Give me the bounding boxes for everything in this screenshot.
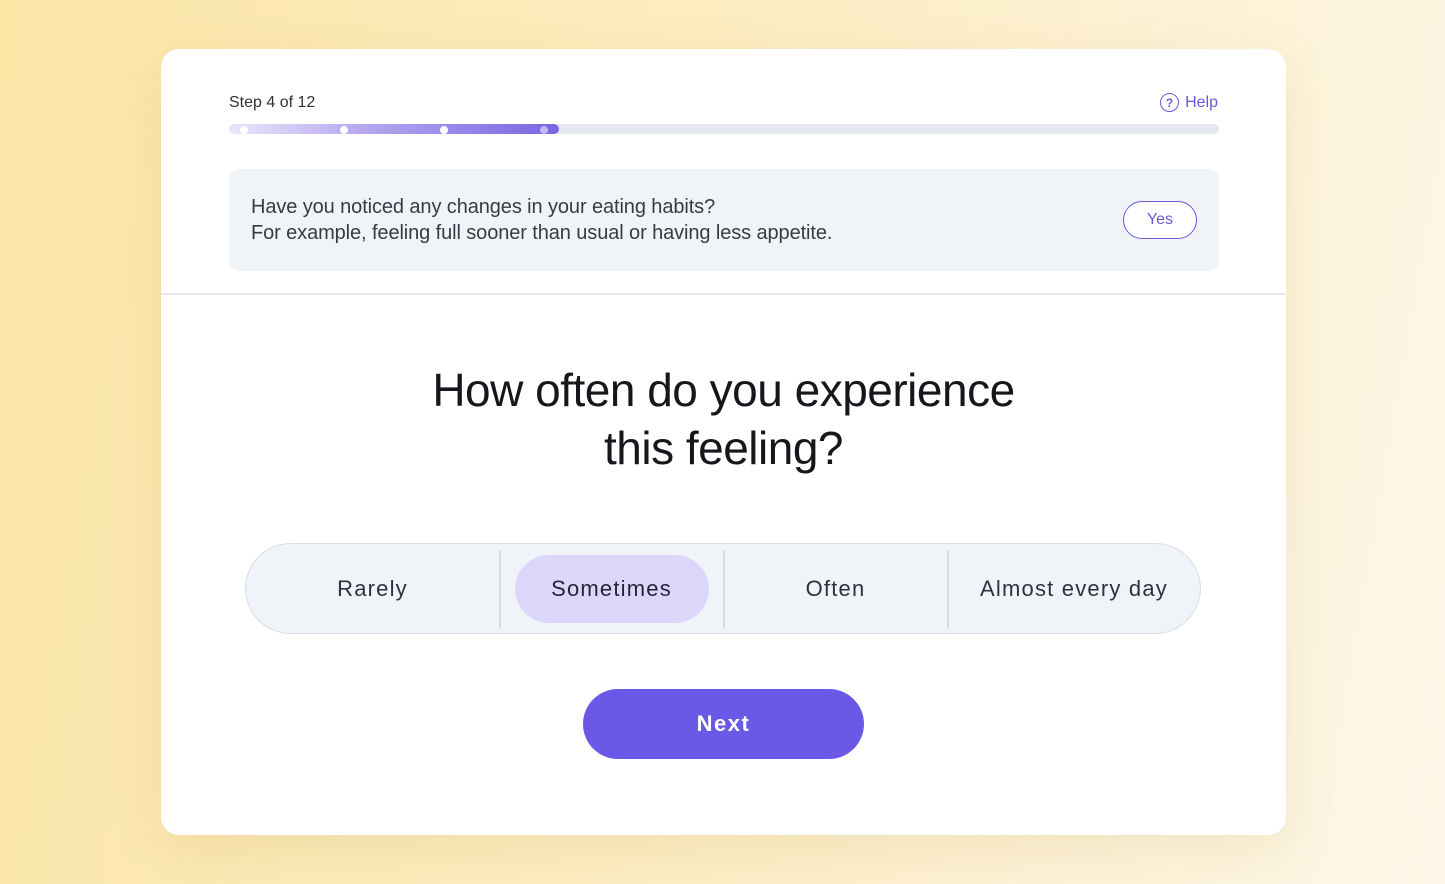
step-indicator: Step 4 of 12 — [229, 94, 316, 111]
option-almost-every-day[interactable]: Almost every day — [948, 544, 1200, 633]
question-line-1: How often do you experience — [432, 364, 1015, 416]
help-link[interactable]: ? Help — [1160, 93, 1218, 112]
option-label: Often — [805, 575, 866, 601]
question-line-2: this feeling? — [604, 422, 844, 474]
question-circle-icon: ? — [1160, 93, 1180, 112]
previous-answer-box: Have you noticed any changes in your eat… — [229, 169, 1219, 271]
option-rarely[interactable]: Rarely — [246, 544, 499, 633]
help-label: Help — [1185, 93, 1218, 111]
section-divider — [161, 293, 1286, 295]
frequency-selector: Rarely Sometimes Often Almost every day — [245, 543, 1201, 634]
yes-answer-button[interactable]: Yes — [1123, 201, 1197, 239]
question-heading: How often do you experience this feeling… — [161, 361, 1286, 477]
progress-bar — [229, 124, 1219, 134]
option-label: Rarely — [337, 575, 408, 601]
option-label: Almost every day — [980, 575, 1168, 601]
progress-step-dot — [240, 126, 248, 134]
progress-step-dot — [339, 126, 348, 134]
option-label: Sometimes — [514, 554, 709, 623]
questionnaire-card: Step 4 of 12 ? Help Have you noticed any… — [161, 49, 1286, 835]
option-often[interactable]: Often — [724, 544, 947, 633]
previous-question-text: Have you noticed any changes in your eat… — [251, 196, 716, 218]
previous-question-example: For example, feeling full sooner than us… — [251, 222, 833, 244]
next-button[interactable]: Next — [583, 689, 864, 759]
progress-step-dot — [539, 126, 548, 134]
progress-step-dot — [439, 126, 448, 134]
option-sometimes[interactable]: Sometimes — [500, 544, 723, 633]
progress-fill — [229, 124, 559, 134]
